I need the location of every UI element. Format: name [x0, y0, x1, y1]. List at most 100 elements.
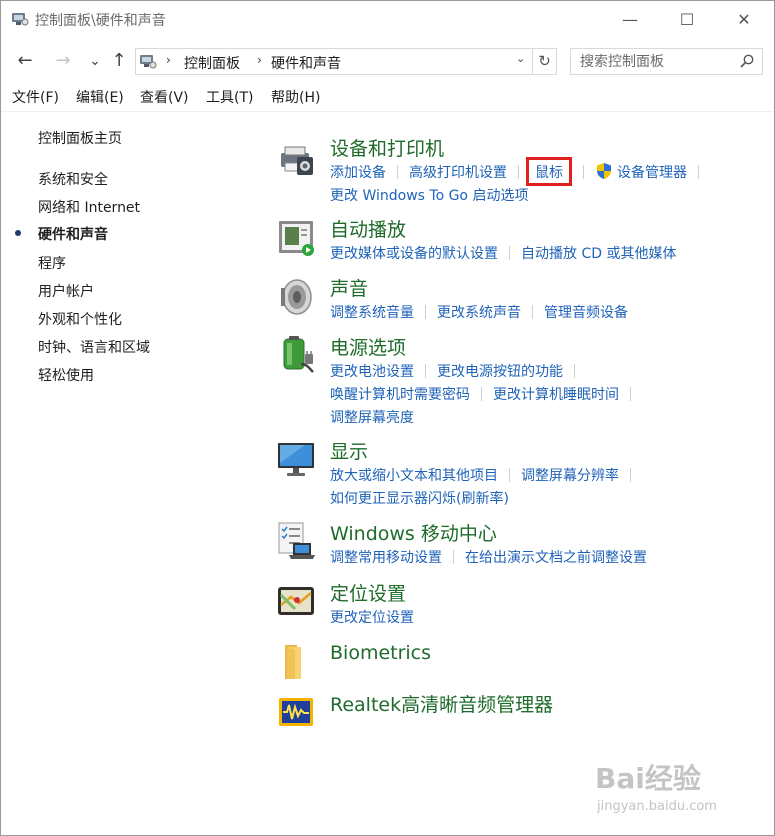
watermark-url: jingyan.baidu.com — [597, 799, 717, 814]
link-adjust-resolution[interactable]: 调整屏幕分辨率 — [521, 468, 619, 484]
category-title[interactable]: 电源选项 — [330, 333, 406, 360]
sidebar-item-clock-region[interactable]: 时钟、语言和区域 — [38, 337, 150, 357]
breadcrumb-hardware-sound[interactable]: 硬件和声音 — [271, 53, 341, 73]
link-row: 更改电池设置 更改电源按钮的功能 — [330, 361, 586, 381]
link-row: 唤醒计算机时需要密码 更改计算机睡眠时间 — [330, 384, 642, 404]
link-windows-to-go[interactable]: 更改 Windows To Go 启动选项 — [330, 188, 528, 204]
link-row: 调整屏幕亮度 — [330, 407, 414, 427]
close-button[interactable]: ✕ — [715, 1, 773, 39]
back-button[interactable]: ← — [13, 49, 37, 73]
category-title[interactable]: 定位设置 — [330, 579, 406, 606]
sidebar-item-hardware-sound[interactable]: 硬件和声音 — [38, 224, 108, 244]
category-title[interactable]: Realtek高清晰音频管理器 — [330, 690, 553, 717]
search-input[interactable] — [571, 49, 736, 74]
divider — [1, 111, 774, 112]
link-require-password-on-wake[interactable]: 唤醒计算机时需要密码 — [330, 387, 470, 403]
forward-button[interactable]: → — [51, 49, 75, 73]
divider — [481, 387, 482, 401]
link-row: 更改定位设置 — [330, 607, 414, 627]
link-autoplay-cd[interactable]: 自动播放 CD 或其他媒体 — [521, 246, 676, 262]
category-title[interactable]: 设备和打印机 — [330, 134, 444, 161]
recent-locations-button[interactable]: ⌄ — [83, 49, 107, 73]
link-media-default-settings[interactable]: 更改媒体或设备的默认设置 — [330, 246, 498, 262]
menu-file[interactable]: 文件(F) — [12, 87, 59, 107]
divider — [630, 468, 631, 482]
folder-icon[interactable] — [275, 641, 317, 683]
sidebar-item-ease-of-access[interactable]: 轻松使用 — [38, 365, 94, 385]
link-row: 调整常用移动设置 在给出演示文档之前调整设置 — [330, 547, 647, 567]
category-title[interactable]: Biometrics — [330, 642, 431, 664]
refresh-button[interactable]: ↻ — [533, 48, 557, 75]
search-icon[interactable] — [740, 54, 754, 68]
link-change-battery-settings[interactable]: 更改电池设置 — [330, 364, 414, 380]
address-box[interactable]: › 控制面板 › 硬件和声音 ⌄ — [135, 48, 533, 75]
control-panel-window: 控制面板\硬件和声音 — ☐ ✕ ← → ⌄ ↑ › 控制面板 › 硬件和声音 … — [0, 0, 775, 836]
link-advanced-printer-setup[interactable]: 高级打印机设置 — [409, 165, 507, 181]
link-change-location-settings[interactable]: 更改定位设置 — [330, 610, 414, 626]
sidebar-item-appearance[interactable]: 外观和个性化 — [38, 309, 122, 329]
divider — [425, 364, 426, 378]
link-zoom-text[interactable]: 放大或缩小文本和其他项目 — [330, 468, 498, 484]
divider — [425, 305, 426, 319]
link-add-device[interactable]: 添加设备 — [330, 165, 386, 181]
gps-icon[interactable] — [275, 581, 317, 623]
printer-icon[interactable] — [275, 139, 317, 181]
divider — [509, 246, 510, 260]
battery-icon[interactable] — [275, 334, 317, 376]
sidebar-item-programs[interactable]: 程序 — [38, 253, 66, 273]
link-adjust-brightness[interactable]: 调整屏幕亮度 — [330, 410, 414, 426]
speaker-icon[interactable] — [275, 276, 317, 318]
menu-view[interactable]: 查看(V) — [140, 87, 189, 107]
mobility-center-icon[interactable] — [275, 521, 317, 563]
autoplay-icon[interactable] — [275, 217, 317, 259]
category-title[interactable]: 自动播放 — [330, 215, 406, 242]
divider — [509, 468, 510, 482]
divider — [698, 165, 699, 179]
link-manage-audio-devices[interactable]: 管理音频设备 — [544, 305, 628, 321]
link-row: 放大或缩小文本和其他项目 调整屏幕分辨率 — [330, 465, 642, 485]
link-change-system-sounds[interactable]: 更改系统声音 — [437, 305, 521, 321]
breadcrumb-separator[interactable]: › — [257, 53, 262, 67]
link-row: 如何更正显示器闪烁(刷新率) — [330, 488, 509, 508]
link-power-button-function[interactable]: 更改电源按钮的功能 — [437, 364, 563, 380]
divider — [574, 364, 575, 378]
chevron-down-icon[interactable]: ⌄ — [516, 52, 525, 65]
menu-tools[interactable]: 工具(T) — [206, 87, 253, 107]
search-box[interactable] — [570, 48, 763, 75]
breadcrumb-separator[interactable]: › — [166, 53, 171, 67]
divider — [518, 165, 519, 179]
breadcrumb-control-panel[interactable]: 控制面板 — [184, 53, 240, 73]
control-panel-icon — [12, 13, 29, 26]
window-title: 控制面板\硬件和声音 — [35, 13, 166, 29]
link-row: 添加设备 高级打印机设置 鼠标 设备管理器 — [330, 157, 710, 186]
link-device-manager[interactable]: 设备管理器 — [617, 165, 687, 181]
category-title[interactable]: 显示 — [330, 437, 368, 464]
menu-bar: 文件(F) 编辑(E) 查看(V) 工具(T) 帮助(H) — [1, 85, 774, 109]
link-fix-flicker[interactable]: 如何更正显示器闪烁(刷新率) — [330, 491, 509, 507]
realtek-audio-icon[interactable] — [275, 692, 317, 734]
minimize-button[interactable]: — — [601, 1, 659, 39]
uac-shield-icon — [597, 163, 611, 179]
watermark-logo: Bai经验 — [595, 762, 701, 795]
sidebar-item-user-accounts[interactable]: 用户帐户 — [38, 281, 94, 301]
link-adjust-volume[interactable]: 调整系统音量 — [330, 305, 414, 321]
up-button[interactable]: ↑ — [107, 49, 131, 73]
maximize-button[interactable]: ☐ — [658, 1, 716, 39]
link-common-mobility-settings[interactable]: 调整常用移动设置 — [330, 550, 442, 566]
category-title[interactable]: 声音 — [330, 274, 368, 301]
link-presentation-settings[interactable]: 在给出演示文档之前调整设置 — [465, 550, 647, 566]
sidebar-item-home[interactable]: 控制面板主页 — [38, 128, 122, 148]
monitor-icon[interactable] — [275, 439, 317, 481]
sidebar-item-network[interactable]: 网络和 Internet — [38, 197, 140, 217]
mouse-highlight-box: 鼠标 — [526, 157, 572, 186]
menu-help[interactable]: 帮助(H) — [271, 87, 320, 107]
menu-edit[interactable]: 编辑(E) — [76, 87, 124, 107]
link-mouse[interactable]: 鼠标 — [535, 165, 563, 181]
link-row: 调整系统音量 更改系统声音 管理音频设备 — [330, 302, 628, 322]
divider — [630, 387, 631, 401]
link-change-sleep-time[interactable]: 更改计算机睡眠时间 — [493, 387, 619, 403]
category-title[interactable]: Windows 移动中心 — [330, 519, 497, 546]
divider — [453, 550, 454, 564]
sidebar-item-system-security[interactable]: 系统和安全 — [38, 169, 108, 189]
baidu-watermark: Bai经验 jingyan.baidu.com — [587, 755, 737, 821]
